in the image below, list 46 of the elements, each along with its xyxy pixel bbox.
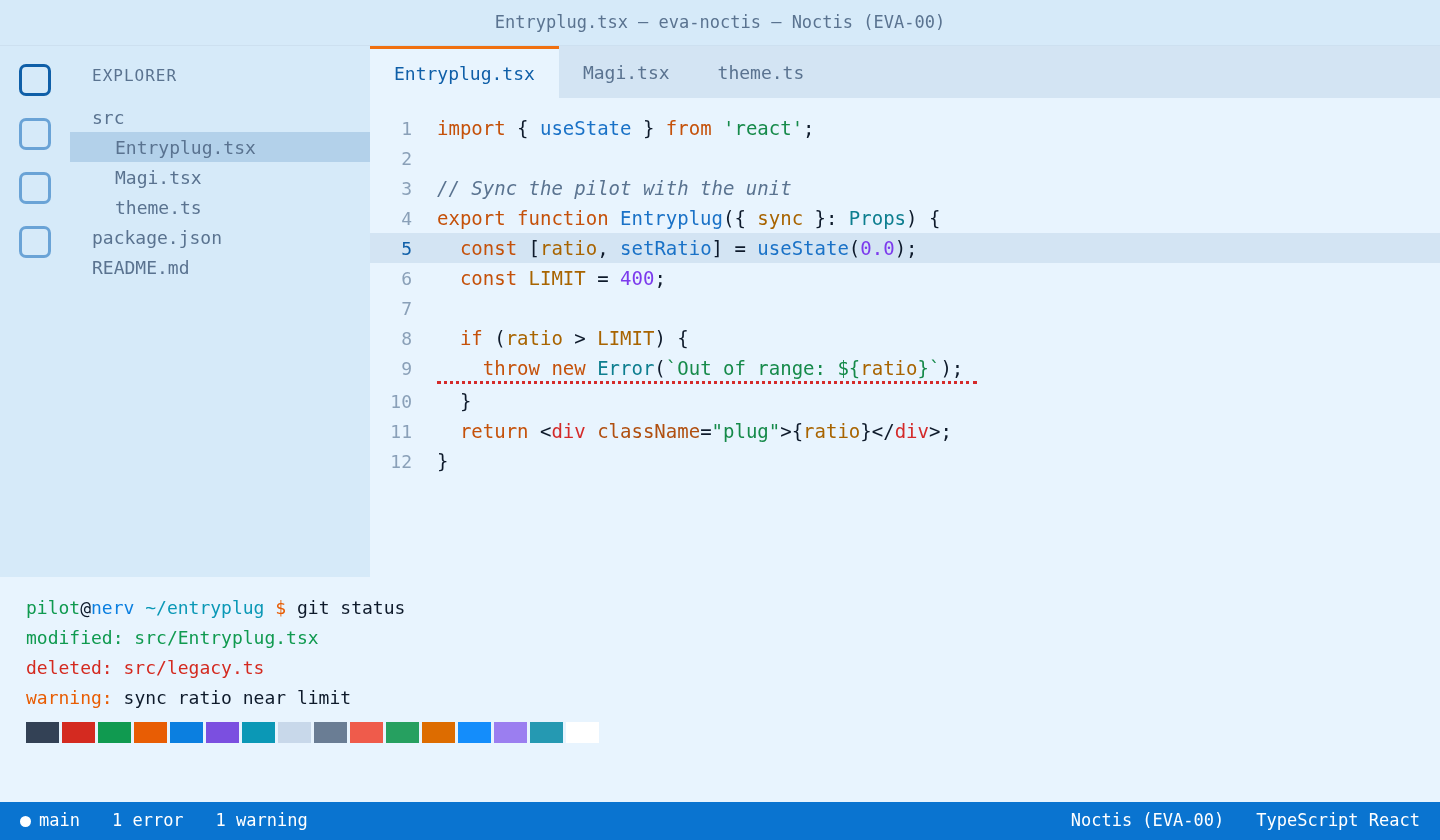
tab[interactable]: theme.ts xyxy=(693,46,829,98)
line-number: 2 xyxy=(400,146,412,171)
tree-item[interactable]: theme.ts xyxy=(70,192,370,222)
tree-item[interactable]: README.md xyxy=(70,252,370,282)
line-number: 6 xyxy=(400,266,412,291)
status-item[interactable]: 1 error xyxy=(111,808,184,834)
terminal-line: pilot@nerv ~/entryplug $ git status xyxy=(26,595,407,620)
line-number: 5 xyxy=(400,236,412,261)
code-text: } xyxy=(458,388,472,414)
activity-icon[interactable] xyxy=(19,172,51,204)
code-text: } xyxy=(437,448,449,474)
code-text: if (ratio > LIMIT) { xyxy=(458,325,689,351)
code-text: throw new Error(`Out of range: ${ratio}`); xyxy=(481,355,964,381)
activity-icon[interactable] xyxy=(19,226,51,258)
terminal-line: modified: src/Entryplug.tsx xyxy=(26,625,320,650)
tab[interactable]: Magi.tsx xyxy=(558,46,694,98)
status-item[interactable]: main xyxy=(39,808,80,834)
code-text: const [ratio, setRatio] = useState(0.0); xyxy=(458,235,918,261)
terminal-line: deleted: src/legacy.ts xyxy=(26,655,266,680)
terminal-line: warning: sync ratio near limit xyxy=(26,685,353,710)
line-number: 12 xyxy=(389,449,412,474)
line-number: 10 xyxy=(389,389,412,414)
tree-item[interactable]: Magi.tsx xyxy=(70,162,370,192)
line-number: 1 xyxy=(400,116,412,141)
status-item[interactable]: TypeScript React xyxy=(1256,808,1420,834)
line-number: 9 xyxy=(400,356,412,381)
activity-icon[interactable] xyxy=(19,118,51,150)
tree-item[interactable]: src xyxy=(70,102,370,132)
line-number: 7 xyxy=(400,296,412,321)
sidebar-title: EXPLORER xyxy=(91,65,179,87)
status-item[interactable]: 1 warning xyxy=(215,808,308,834)
code-text: // Sync the pilot with the unit xyxy=(437,175,792,201)
code-text: return <div className="plug">{ratio}</div>; xyxy=(458,418,952,444)
activity-icon[interactable] xyxy=(19,64,51,96)
line-number: 3 xyxy=(400,176,412,201)
window-title: Entryplug.tsx — eva-noctis — Noctis (EVA-00) xyxy=(494,10,946,34)
line-number: 4 xyxy=(400,206,412,231)
line-number: 11 xyxy=(389,419,412,444)
line-number: 8 xyxy=(400,326,412,351)
tree-item[interactable]: package.json xyxy=(70,222,370,252)
code-text: const LIMIT = 400; xyxy=(458,265,666,291)
code-text: import { useState } from 'react'; xyxy=(437,115,815,141)
status-item[interactable]: Noctis (EVA-00) xyxy=(1070,808,1225,834)
tab[interactable]: Entryplug.tsx xyxy=(370,46,559,98)
code-text: export function Entryplug({ sync }: Props) { xyxy=(437,205,941,231)
tree-item[interactable]: Entryplug.tsx xyxy=(70,132,370,162)
